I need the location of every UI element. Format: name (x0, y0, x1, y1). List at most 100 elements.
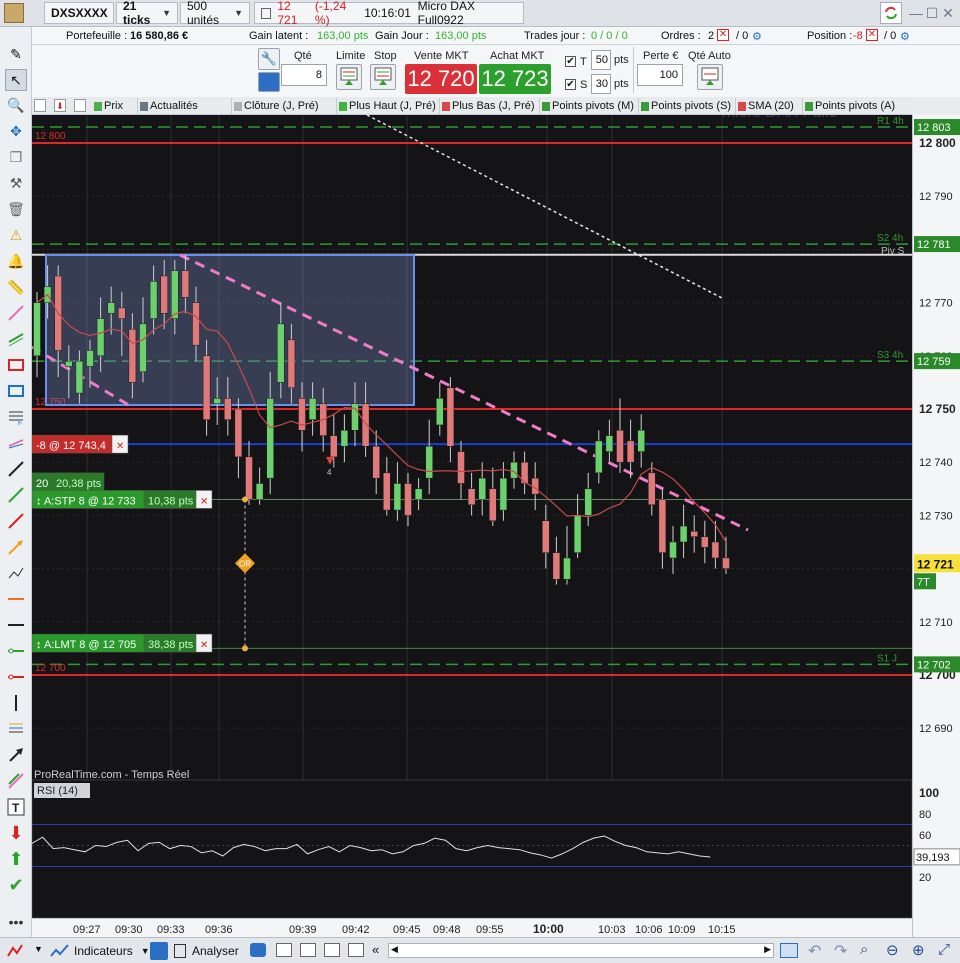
sell-market-button[interactable]: 12 720 (405, 64, 477, 94)
target-checkbox[interactable]: ✔ (565, 56, 576, 67)
alert-icon[interactable]: ⚠ (5, 224, 27, 246)
analyser-button[interactable]: Analyser (174, 941, 239, 961)
stop-checkbox[interactable]: ✔ (565, 79, 576, 90)
qty-input[interactable]: 8 (281, 64, 327, 86)
calc-icon[interactable] (300, 943, 316, 957)
settings-small-icon[interactable] (74, 99, 86, 112)
minimize-icon[interactable]: — (908, 4, 924, 22)
undo-icon[interactable]: ↶ (808, 941, 821, 961)
more-icon[interactable]: ••• (5, 911, 27, 933)
indicator-tab[interactable]: Points pivots (S) (639, 98, 736, 114)
refresh-icon[interactable] (880, 2, 902, 24)
gradient-icon[interactable] (5, 770, 27, 792)
buy-market-button[interactable]: 12 723 (479, 64, 551, 94)
buy-arrow-icon[interactable]: ⬆ (5, 848, 27, 870)
arrow-line-icon[interactable] (5, 536, 27, 558)
chart-list-icon[interactable] (324, 943, 340, 957)
indicator-tab[interactable]: Clôture (J, Pré) (232, 98, 337, 114)
chart-canvas[interactable]: Micro DAX Full0R1 4hS2 4hS3 4hS1 JPiv S1… (31, 104, 913, 919)
limit-order-button[interactable] (336, 64, 362, 90)
position-settings-icon[interactable]: ⚙ (900, 30, 910, 43)
chat-icon[interactable] (250, 943, 266, 957)
rsi-tick: 20 (919, 872, 931, 884)
layout-icon[interactable] (780, 943, 798, 958)
auto-qty-button[interactable] (697, 64, 723, 90)
down-icon[interactable]: ⬇ (54, 99, 66, 112)
wrench-icon[interactable]: 🔧 (258, 48, 280, 70)
bell-icon[interactable]: 🔔 (5, 250, 27, 272)
fibo-h-icon[interactable] (5, 718, 27, 740)
red-ray-icon[interactable] (5, 666, 27, 688)
stoploss-input[interactable]: 30 (591, 74, 611, 94)
price-tick: 12 800 (919, 136, 956, 150)
timeframe-selector[interactable]: 21 ticks ▼ (116, 0, 178, 27)
vline-icon[interactable] (5, 692, 27, 714)
cancel-orders-icon[interactable]: ✕ (717, 29, 729, 41)
text-icon[interactable]: T (5, 796, 27, 818)
menu-dropdown-icon[interactable]: ▼ (34, 944, 43, 954)
zoom-in-icon[interactable]: ⊕ (912, 941, 925, 959)
keyboard-icon[interactable] (258, 72, 280, 92)
indicator-tab[interactable]: Plus Bas (J, Pré) (440, 98, 540, 114)
indicator-tab[interactable]: Prix (92, 98, 138, 114)
expand-icon[interactable] (34, 99, 46, 112)
pencil-icon[interactable]: ✎ (5, 43, 27, 65)
line-icon[interactable] (5, 458, 27, 480)
time-axis[interactable]: 09:27 09:30 09:33 09:36 09:39 09:42 09:45 09:48… (32, 918, 912, 937)
indicator-tab[interactable]: Points pivots (A) (803, 98, 912, 114)
close-icon[interactable]: ✕ (940, 4, 956, 22)
hline-icon[interactable] (5, 614, 27, 636)
orange-hline-icon[interactable] (5, 588, 27, 610)
copy-icon[interactable]: ❐ (5, 146, 27, 168)
loss-label: Perte € (643, 50, 679, 62)
scroll-left-icon[interactable]: ◀ (391, 944, 398, 955)
share-icon[interactable] (150, 942, 168, 960)
cursor-icon[interactable]: ↖ (5, 69, 27, 91)
close-position-icon[interactable]: ✕ (866, 29, 878, 41)
fibonacci-icon[interactable]: F (5, 406, 27, 428)
arrow-icon[interactable] (5, 744, 27, 766)
menu-icon[interactable] (6, 942, 24, 960)
stop-order-button[interactable] (370, 64, 396, 90)
indicator-tab[interactable]: SMA (20) (736, 98, 803, 114)
indicator-tab[interactable]: Actualités (138, 98, 232, 114)
table-icon[interactable] (276, 943, 292, 957)
red-line-icon[interactable] (5, 510, 27, 532)
rectangle-icon[interactable] (5, 354, 27, 376)
auto-scale-icon[interactable]: ⤢ (938, 941, 950, 958)
green-line-icon[interactable] (5, 484, 27, 506)
channel-icon[interactable] (5, 328, 27, 350)
zoom-out-icon[interactable]: ⊖ (886, 941, 899, 959)
zone-icon[interactable] (5, 380, 27, 402)
news-icon[interactable] (348, 943, 364, 957)
target-input[interactable]: 50 (591, 50, 611, 70)
horizontal-scrollbar[interactable]: ◀ ▶ (388, 943, 774, 958)
polyline-icon[interactable] (5, 562, 27, 584)
trend-tool-icon[interactable] (5, 432, 27, 454)
move-icon[interactable]: ✥ (5, 120, 27, 142)
settings-icon[interactable]: ⚙ (752, 30, 762, 43)
green-ray-icon[interactable] (5, 640, 27, 662)
candle-body (701, 536, 709, 548)
scroll-start-icon[interactable]: « (372, 942, 379, 957)
info-icon[interactable] (261, 7, 272, 19)
loss-input[interactable]: 100 (637, 64, 683, 86)
instrument-selector[interactable]: DXSXXXX▼ (44, 2, 123, 24)
ruler-icon[interactable]: 📏 (5, 276, 27, 298)
trash-icon[interactable]: 🗑 (5, 198, 27, 220)
pink-line-icon[interactable] (5, 302, 27, 324)
tools-icon[interactable]: ⚒ (5, 172, 27, 194)
zoom-icon[interactable]: 🔍 (5, 94, 27, 116)
scroll-right-icon[interactable]: ▶ (764, 944, 771, 955)
sell-arrow-icon[interactable]: ⬇ (5, 822, 27, 844)
indicators-button[interactable]: Indicateurs ▼ (50, 941, 150, 961)
redo-icon[interactable]: ↷ (834, 941, 847, 961)
price-axis[interactable]: 12 80012 79012 77012 76012 75012 74012 7… (912, 115, 960, 937)
price-chart[interactable]: Micro DAX Full0R1 4hS2 4hS3 4hS1 JPiv S1… (31, 104, 913, 919)
indicator-tab[interactable]: Points pivots (M) (540, 98, 639, 114)
zoom-fit-icon[interactable]: ⌕ (860, 941, 868, 958)
maximize-icon[interactable]: ☐ (924, 4, 940, 22)
units-selector[interactable]: 500 unités ▼ (180, 0, 250, 27)
check-icon[interactable]: ✔ (5, 874, 27, 896)
indicator-tab[interactable]: Plus Haut (J, Pré) (337, 98, 440, 114)
